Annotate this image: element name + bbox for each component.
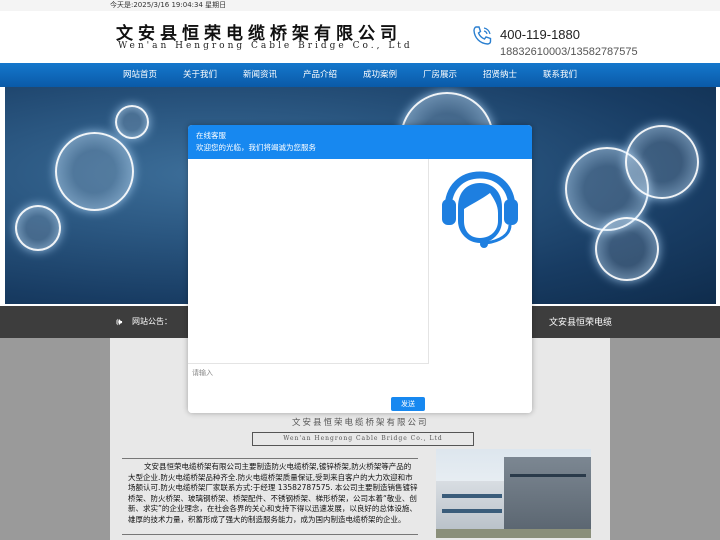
banner-bubble	[625, 125, 699, 199]
logo-company-name-en: Wen'an Hengrong Cable Bridge Co., Ltd	[118, 41, 413, 51]
mobile-numbers: 18832610003/13582787575	[500, 46, 638, 58]
nav-item-about[interactable]: 关于我们	[170, 63, 230, 87]
announcement-label: 网站公告：	[132, 317, 172, 326]
factory-photo[interactable]	[436, 449, 591, 538]
chat-title: 在线客服	[196, 131, 226, 140]
factory-building	[436, 481, 506, 533]
chat-window: 在线客服 欢迎您的光临，我们将竭诚为您服务 请输入 发送	[188, 125, 532, 413]
nav-item-cases[interactable]: 成功案例	[350, 63, 410, 87]
about-company-name-en: Wen'an Hengrong Cable Bridge Co., Ltd	[252, 432, 474, 446]
factory-window	[510, 474, 586, 477]
main-nav: 网站首页 关于我们 新闻资讯 产品介绍 成功案例 厂房展示 招贤纳士 联系我们	[0, 63, 720, 87]
divider	[122, 534, 418, 535]
chat-header[interactable]: 在线客服 欢迎您的光临，我们将竭诚为您服务	[188, 125, 532, 159]
nav-item-factory[interactable]: 厂房展示	[410, 63, 470, 87]
divider	[122, 458, 418, 459]
phone-icon	[473, 26, 492, 45]
send-button[interactable]: 发送	[391, 397, 425, 411]
nav-item-contact[interactable]: 联系我们	[530, 63, 590, 87]
about-company-name-cn: 文安县恒荣电缆桥架有限公司	[292, 418, 429, 428]
about-text: 文安县恒荣电缆桥架有限公司主要制造防火电缆桥架,镀锌桥架,防火桥架等产品的大型企…	[128, 462, 418, 524]
banner-bubble	[15, 205, 61, 251]
top-bar: 今天是:2025/3/16 19:04:34 星期日	[0, 0, 720, 11]
nav-item-products[interactable]: 产品介绍	[290, 63, 350, 87]
banner-bubble	[115, 105, 149, 139]
chat-input-placeholder: 请输入	[192, 369, 213, 377]
factory-ground	[436, 529, 591, 538]
nav-item-jobs[interactable]: 招贤纳士	[470, 63, 530, 87]
banner-bubble	[595, 217, 659, 281]
chat-welcome-text: 欢迎您的光临，我们将竭诚为您服务	[196, 143, 316, 152]
chat-message-area[interactable]	[188, 159, 429, 364]
nav-item-news[interactable]: 新闻资讯	[230, 63, 290, 87]
factory-window	[442, 494, 502, 498]
banner-bubble	[55, 132, 134, 211]
factory-window	[442, 509, 502, 513]
header: 文安县恒荣电缆桥架有限公司 Wen'an Hengrong Cable Brid…	[0, 11, 720, 63]
factory-building	[504, 457, 591, 533]
date-text: 今天是:2025/3/16 19:04:34 星期日	[110, 1, 227, 9]
speaker-icon: 🕪	[116, 317, 123, 328]
customer-service-icon	[442, 171, 518, 248]
nav-item-home[interactable]: 网站首页	[110, 63, 170, 87]
hotline-number: 400-119-1880	[500, 27, 580, 42]
announcement-scroll-text[interactable]: 文安县恒荣电缆	[549, 315, 612, 328]
